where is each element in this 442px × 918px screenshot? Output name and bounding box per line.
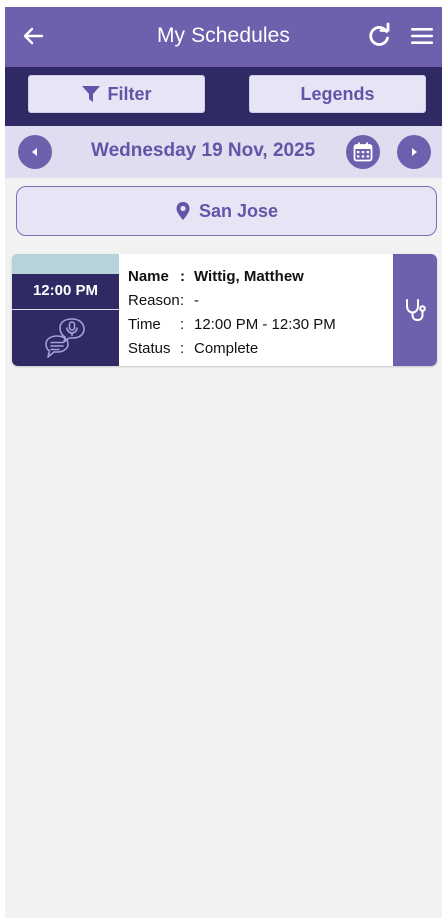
location-name: San Jose: [198, 200, 279, 221]
filter-toolbar: Filter Legends: [5, 67, 442, 126]
date-navigator: Wednesday 19 Nov, 2025: [5, 126, 442, 178]
separator: :: [180, 339, 185, 357]
reason-value: -: [194, 291, 199, 309]
next-day-button[interactable]: [397, 135, 431, 169]
start-visit-button[interactable]: [393, 254, 437, 366]
status-color-strip: [12, 254, 119, 274]
divider: [12, 309, 119, 310]
legends-label: Legends: [300, 83, 375, 104]
separator: :: [180, 291, 185, 309]
reason-row: Reason : -: [128, 288, 398, 312]
separator: :: [180, 267, 185, 285]
hamburger-menu-icon[interactable]: [408, 22, 436, 50]
calendar-icon: [353, 142, 373, 162]
status-label: Status: [128, 339, 171, 357]
name-label: Name: [128, 267, 169, 285]
app-screen: My Schedules Filter Legends Wednesday 19…: [5, 7, 442, 918]
time-row: Time : 12:00 PM - 12:30 PM: [128, 312, 398, 336]
chevron-right-icon: [412, 148, 417, 156]
status-row: Status : Complete: [128, 336, 398, 360]
location-selector[interactable]: San Jose: [16, 186, 437, 236]
chevron-left-icon: [32, 148, 37, 156]
stethoscope-icon: [406, 299, 426, 321]
patient-name: Wittig, Matthew: [194, 267, 304, 285]
time-label: Time: [128, 315, 161, 333]
appointment-start-time: 12:00 PM: [32, 282, 99, 299]
appointment-details: Name : Wittig, Matthew Reason : - Time :…: [128, 264, 398, 360]
patient-name-row: Name : Wittig, Matthew: [128, 264, 398, 288]
filter-button[interactable]: Filter: [28, 75, 205, 113]
filter-funnel-icon: [82, 86, 101, 102]
location-pin-icon: [176, 202, 190, 220]
previous-day-button[interactable]: [18, 135, 52, 169]
separator: :: [180, 315, 185, 333]
voice-chat-icon[interactable]: [42, 316, 88, 360]
appointment-time-panel: 12:00 PM: [12, 254, 119, 366]
filter-label: Filter: [107, 83, 152, 104]
refresh-icon[interactable]: [365, 22, 393, 50]
appointment-card[interactable]: 12:00 PM Name : Wittig, Matthew Reason:…: [12, 254, 437, 366]
status-value: Complete: [194, 339, 259, 357]
reason-label: Reason: [128, 291, 180, 309]
current-date: Wednesday 19 Nov, 2025: [91, 140, 316, 161]
legends-button[interactable]: Legends: [249, 75, 426, 113]
top-app-bar: My Schedules: [5, 7, 442, 67]
time-range-value: 12:00 PM - 12:30 PM: [194, 315, 336, 333]
calendar-button[interactable]: [346, 135, 380, 169]
